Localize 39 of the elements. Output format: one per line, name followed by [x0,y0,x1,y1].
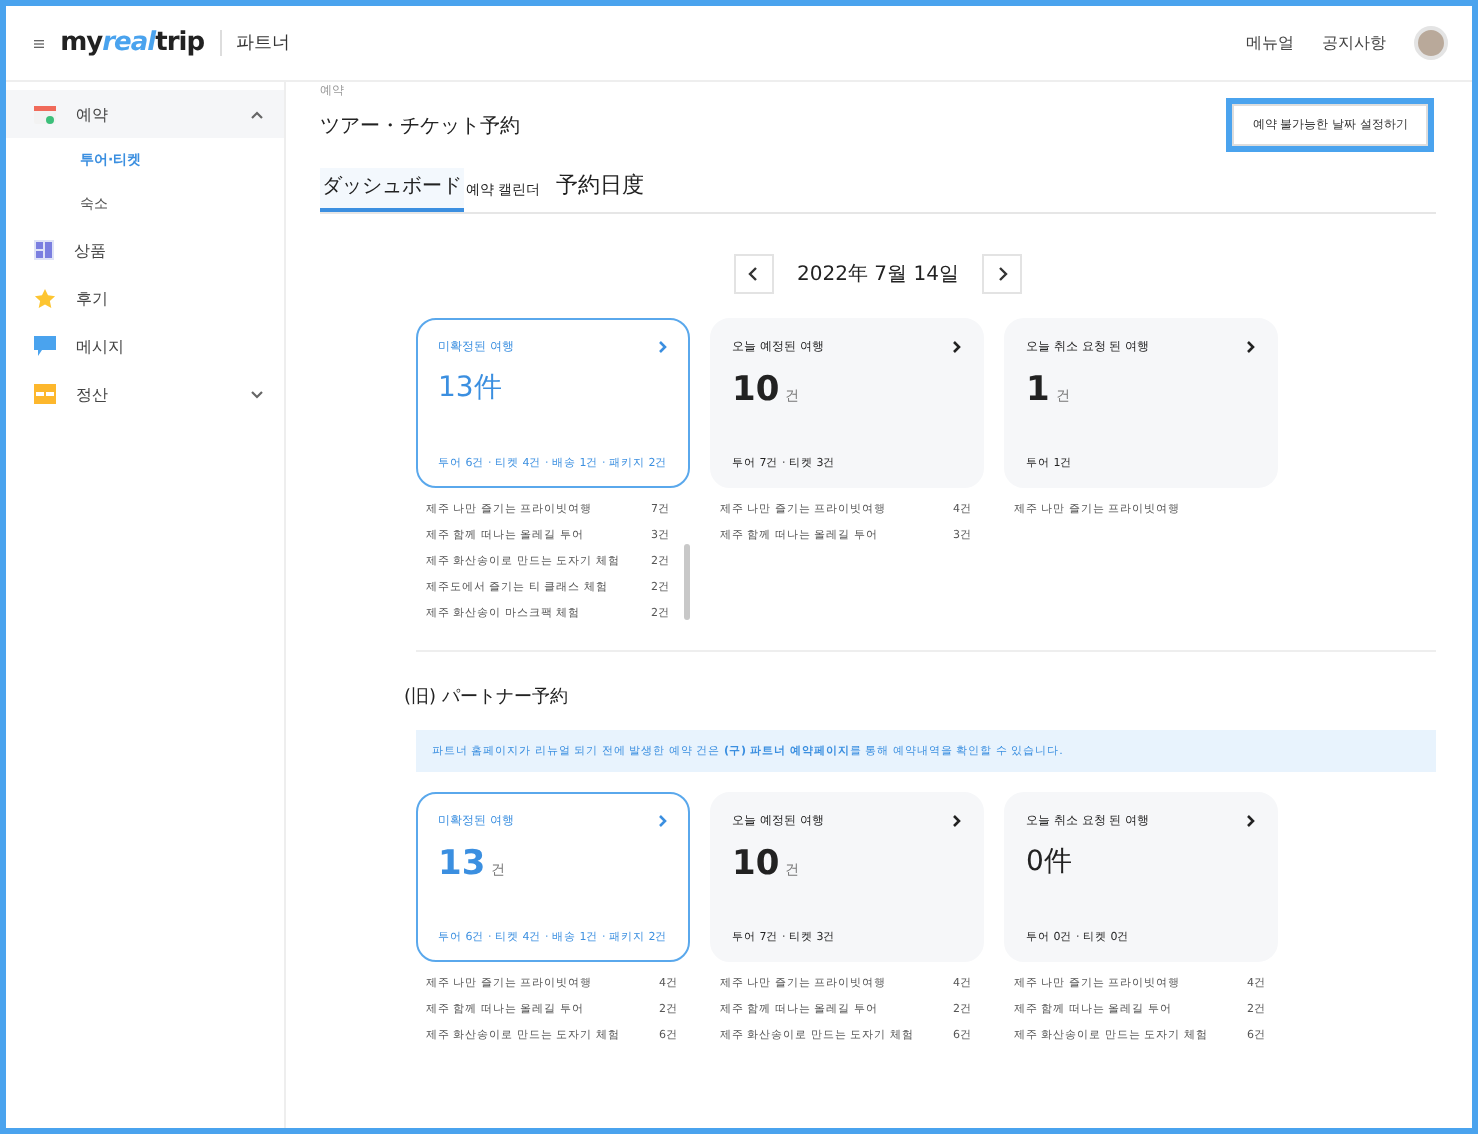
logo[interactable]: myrealtrip [60,28,204,58]
chevron-left-icon [748,266,759,282]
chevron-right-icon [1246,340,1256,354]
count-value: 13件 [438,370,502,406]
count-value: 13 [438,844,486,884]
sidebar-item[interactable]: 상품 [6,226,284,274]
tab[interactable]: 予約日度 [554,166,647,212]
next-date-button[interactable] [982,254,1023,294]
count-value: 1 [1026,370,1050,410]
chevron-right-icon [658,340,668,354]
chevron-right-icon [658,814,668,828]
scrollbar-thumb[interactable] [684,544,690,620]
chevron-right-icon [997,266,1008,282]
grid-icon [34,240,54,260]
chat-icon [34,336,56,356]
date-label: 2022年 7월 14일 [797,262,959,288]
tab[interactable]: ダッシュボード [320,168,464,212]
ledger-icon [34,384,56,404]
chevron-right-icon [952,340,962,354]
chevron-right-icon [1246,814,1256,828]
count-value: 10 [732,370,780,410]
section-title: (旧) パートナー予約 [404,685,570,710]
count-value: 0件 [1026,844,1072,880]
sidebar-item[interactable]: 후기 [6,274,284,322]
header-link[interactable]: 메뉴얼 [1246,32,1294,54]
partner-label: 파트너 [220,30,290,56]
star-icon [34,287,56,309]
chevron-up-icon [250,109,264,119]
chevron-down-icon [250,389,264,399]
count-value: 10 [732,844,780,884]
sidebar-item[interactable]: 정산 [6,370,284,418]
page-title: ツアー・チケット予約 [320,113,520,139]
sidebar-item[interactable]: 메시지 [6,322,284,370]
sidebar-item[interactable]: 예약 [6,90,284,138]
previous-date-button[interactable] [733,254,774,294]
header-link[interactable]: 공지사항 [1322,32,1386,54]
chevron-right-icon [952,814,962,828]
calendar-icon [34,103,56,125]
menu-icon[interactable] [34,35,45,51]
